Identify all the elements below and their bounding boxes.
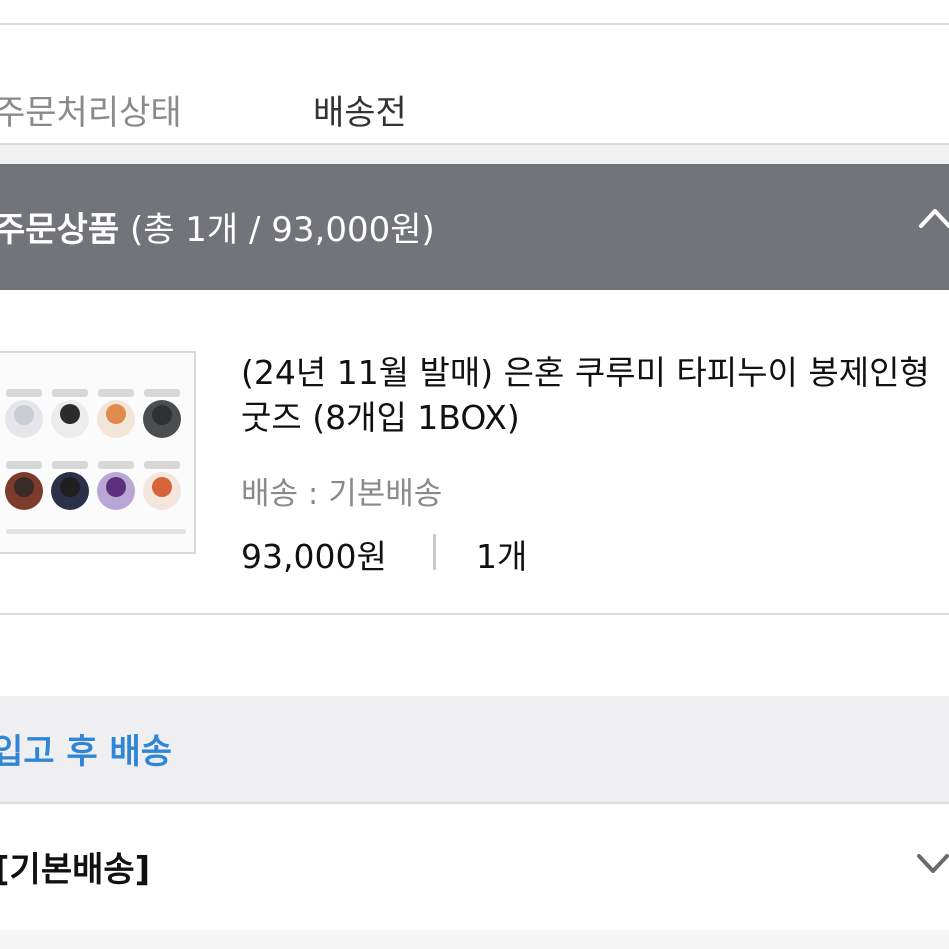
- product-name[interactable]: (24년 11월 발매) 은혼 쿠루미 타피누이 봉제인형 굿즈 (8개입 1B…: [241, 350, 946, 440]
- bottom-strip: [0, 930, 949, 949]
- divider: [0, 143, 949, 145]
- spacer: [0, 615, 949, 696]
- order-items-title-text: 주문상품: [0, 210, 120, 250]
- product-image: [0, 353, 194, 552]
- order-status-label: 주문처리상태: [0, 93, 182, 133]
- shipping-notice-text: 입고 후 배송: [0, 732, 173, 772]
- order-status-row: 주문처리상태 배송전: [0, 25, 949, 143]
- delivery-type-row[interactable]: [기본배송]: [0, 804, 949, 930]
- order-items-summary: (총 1개 / 93,000원): [129, 210, 435, 250]
- product-shipping-method: 배송 : 기본배송: [241, 476, 443, 512]
- top-strip: [0, 0, 949, 23]
- order-items-title: 주문상품 (총 1개 / 93,000원): [0, 202, 435, 251]
- product-price: 93,000원: [241, 537, 387, 576]
- order-items-header[interactable]: 주문상품 (총 1개 / 93,000원): [0, 164, 949, 290]
- delivery-type-label: [기본배송]: [0, 850, 151, 890]
- product-quantity: 1개: [476, 537, 528, 576]
- price-quantity-separator: [433, 534, 436, 570]
- chevron-up-icon[interactable]: [918, 204, 949, 230]
- product-thumbnail[interactable]: [0, 351, 196, 554]
- shipping-notice: 입고 후 배송: [0, 696, 949, 802]
- chevron-down-icon[interactable]: [916, 851, 949, 877]
- order-status-value: 배송전: [313, 93, 407, 133]
